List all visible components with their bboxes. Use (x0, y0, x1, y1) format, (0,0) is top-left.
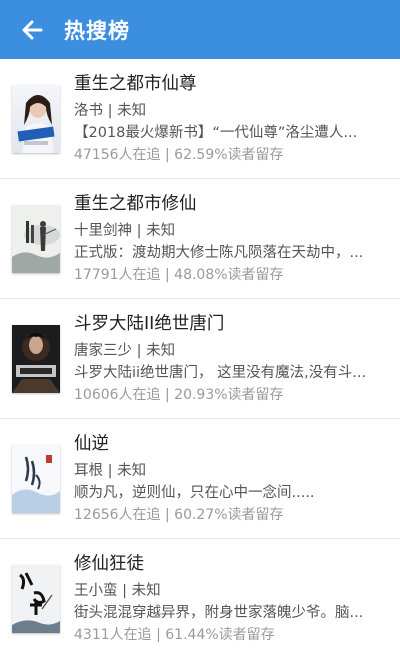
book-cover (12, 84, 60, 153)
reader-retention: 62.59%读者留存 (174, 146, 284, 163)
book-title: 仙逆 (74, 433, 109, 454)
book-author: 唐家三少 (74, 342, 132, 359)
app-bar: 热搜榜 (0, 0, 400, 59)
reader-retention: 61.44%读者留存 (165, 627, 275, 643)
follower-count: 47156人在追 (74, 146, 161, 163)
book-cover (12, 204, 60, 273)
book-status: 未知 (117, 462, 147, 479)
book-meta: 耳根 | 未知 (74, 462, 147, 479)
book-status: 未知 (131, 583, 161, 599)
book-list: 重生之都市仙尊 洛书 | 未知 【2018最火爆新书】“一代仙尊”洛尘遭人...… (0, 59, 400, 659)
book-intro: 街头混混穿越异界，附身世家落魄少爷。脑... (74, 605, 364, 621)
book-title: 重生之都市仙尊 (74, 73, 197, 94)
book-list-item[interactable]: 斗罗大陆II绝世唐门 唐家三少 | 未知 斗罗大陆ii绝世唐门， 这里没有魔法,… (0, 299, 400, 419)
book-intro: 正式版：渡劫期大修士陈凡陨落在天劫中，... (74, 244, 364, 261)
book-stats: 47156人在追 | 62.59%读者留存 (74, 146, 284, 163)
book-stats: 10606人在追 | 20.93%读者留存 (74, 386, 284, 403)
follower-count: 10606人在追 (74, 386, 161, 403)
book-list-item[interactable]: 重生之都市修仙 十里剑神 | 未知 正式版：渡劫期大修士陈凡陨落在天劫中，...… (0, 179, 400, 299)
arrow-left-icon (22, 20, 43, 39)
book-intro: 斗罗大陆ii绝世唐门， 这里没有魔法,没有斗... (74, 364, 367, 381)
book-stats: 4311人在追 | 61.44%读者留存 (74, 627, 275, 643)
book-status: 未知 (117, 102, 147, 119)
book-cover (12, 565, 60, 633)
book-author: 洛书 (74, 102, 103, 119)
book-author: 王小蛮 (74, 583, 118, 599)
book-meta: 王小蛮 | 未知 (74, 583, 161, 599)
book-title: 重生之都市修仙 (74, 193, 197, 214)
book-title: 修仙狂徒 (74, 554, 144, 574)
follower-count: 17791人在追 (74, 266, 161, 283)
book-list-item[interactable]: 修仙狂徒 王小蛮 | 未知 街头混混穿越异界，附身世家落魄少爷。脑... 431… (0, 539, 400, 659)
book-meta: 十里剑神 | 未知 (74, 222, 176, 239)
follower-count: 12656人在追 (74, 506, 161, 523)
book-stats: 17791人在追 | 48.08%读者留存 (74, 266, 284, 283)
book-intro: 【2018最火爆新书】“一代仙尊”洛尘遭人... (74, 124, 358, 141)
reader-retention: 20.93%读者留存 (174, 386, 284, 403)
reader-retention: 48.08%读者留存 (174, 266, 284, 283)
book-meta: 唐家三少 | 未知 (74, 342, 176, 359)
book-list-item[interactable]: 重生之都市仙尊 洛书 | 未知 【2018最火爆新书】“一代仙尊”洛尘遭人...… (0, 59, 400, 179)
follower-count: 4311人在追 (74, 627, 152, 643)
book-meta: 洛书 | 未知 (74, 102, 147, 119)
book-stats: 12656人在追 | 60.27%读者留存 (74, 506, 284, 523)
reader-retention: 60.27%读者留存 (174, 506, 284, 523)
book-cover (12, 324, 60, 393)
back-button[interactable] (16, 14, 48, 46)
book-author: 十里剑神 (74, 222, 132, 239)
book-intro: 顺为凡，逆则仙，只在心中一念间..... (74, 484, 315, 501)
page-title: 热搜榜 (64, 18, 130, 43)
book-status: 未知 (146, 222, 176, 239)
book-list-item[interactable]: 仙逆 耳根 | 未知 顺为凡，逆则仙，只在心中一念间..... 12656人在追… (0, 419, 400, 539)
book-status: 未知 (146, 342, 176, 359)
book-author: 耳根 (74, 462, 103, 479)
book-cover (12, 444, 60, 513)
book-title: 斗罗大陆II绝世唐门 (74, 313, 225, 334)
